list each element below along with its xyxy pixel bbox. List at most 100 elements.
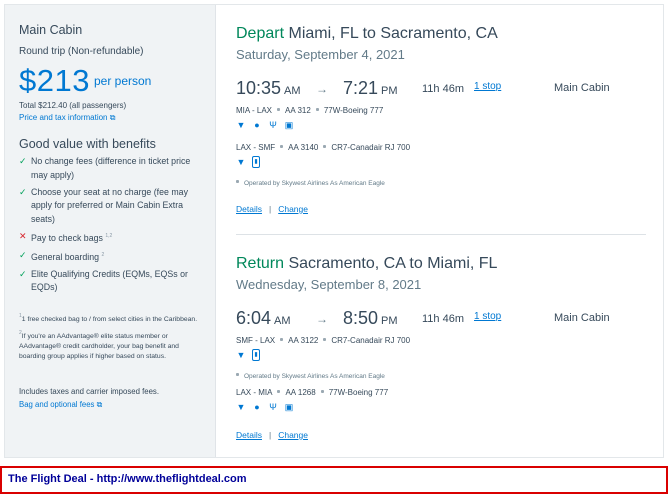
leg-aircraft: CR7-Canadair RJ 700 [331, 143, 411, 152]
stops-link[interactable]: 1 stop [474, 81, 501, 92]
departure-time: 6:04 AM [236, 308, 291, 329]
operated-by: Operated by Skywest Airlines As American… [236, 373, 648, 380]
meal-icon: ▣ [284, 119, 294, 130]
arrival-time: 7:21 PM [343, 78, 398, 99]
bag-fees-link[interactable]: Bag and optional fees ⧉ [19, 400, 102, 410]
stops-link[interactable]: 1 stop [474, 311, 501, 322]
change-link[interactable]: Change [278, 430, 308, 440]
separator-dot [320, 390, 324, 393]
leg-flight: AA 3122 [288, 336, 319, 345]
benefit-text: General boarding [31, 251, 99, 262]
benefit-text: Pay to check bags [31, 232, 103, 243]
time-ampm: PM [381, 85, 398, 97]
details-link[interactable]: Details [236, 430, 262, 440]
separator-dot [277, 390, 281, 393]
footnote-text: If you're an AAdvantage® elite status me… [19, 333, 179, 360]
footer-text: The Flight Deal - http://www.theflightde… [8, 473, 247, 485]
price-tax-link-label: Price and tax information [19, 113, 108, 122]
separator-dot [323, 145, 327, 148]
time-value: 8:50 [343, 308, 379, 328]
leg-route: SMF - LAX [236, 336, 276, 345]
link-separator: | [268, 204, 272, 214]
return-segment: Return Sacramento, CA to Miami, FL Wedne… [236, 255, 648, 440]
benefit-item: ✓ General boarding 2 [19, 249, 209, 265]
leg-aircraft: 77W-Boeing 777 [323, 106, 384, 115]
separator-dot [323, 338, 327, 341]
leg-info: MIA - LAX AA 312 77W-Boeing 777 [236, 106, 648, 115]
leg-info: SMF - LAX AA 3122 CR7-Canadair RJ 700 [236, 336, 648, 345]
arrow-right-icon: → [316, 82, 328, 96]
duration: 11h 46m [422, 83, 464, 95]
cross-icon: ✕ [19, 230, 27, 241]
benefit-item: ✓ Choose your seat at no charge (fee may … [19, 186, 209, 227]
leg-route: LAX - SMF [236, 143, 276, 152]
wifi-icon: ▼ [236, 349, 246, 360]
operated-by: Operated by Skywest Airlines As American… [236, 180, 648, 187]
benefit-item: ✕ Pay to check bags 1,2 [19, 230, 209, 246]
wifi-icon: ▼ [236, 401, 246, 412]
segment-cabin: Main Cabin [554, 82, 610, 94]
separator-dot [280, 338, 284, 341]
return-route-title: Return Sacramento, CA to Miami, FL [236, 255, 648, 273]
benefit-item: ✓ No change fees (difference in ticket pr… [19, 155, 209, 182]
entertainment-icon: ● [254, 119, 260, 130]
meal-icon: ▣ [284, 401, 294, 412]
depart-route-title: Depart Miami, FL to Sacramento, CA [236, 25, 648, 43]
route-text: Sacramento, CA to Miami, FL [288, 255, 498, 272]
leg-aircraft: CR7-Canadair RJ 700 [331, 336, 411, 345]
price-suffix: per person [93, 74, 152, 88]
price-tax-link[interactable]: Price and tax information ⧉ [19, 113, 115, 123]
benefits-list: ✓ No change fees (difference in ticket pr… [19, 155, 209, 298]
includes-taxes-text: Includes taxes and carrier imposed fees. [19, 387, 159, 396]
separator-dot [280, 145, 284, 148]
depart-date: Saturday, September 4, 2021 [236, 47, 405, 62]
separator-dot [315, 108, 319, 111]
return-date: Wednesday, September 8, 2021 [236, 277, 422, 292]
leg-route: MIA - LAX [236, 106, 273, 115]
leg-flight: AA 1268 [285, 388, 316, 397]
footnote-ref: 1,2 [105, 232, 113, 239]
total-price: Total $212.40 (all passengers) [19, 101, 127, 110]
time-ampm: PM [381, 315, 398, 327]
time-value: 7:21 [343, 78, 379, 98]
footnote: 11 free checked bag to / from select cit… [19, 311, 205, 325]
direction-label: Return [236, 255, 285, 272]
leg-flight: AA 312 [285, 106, 311, 115]
wifi-icon: ▼ [236, 156, 246, 167]
footnote-ref: 2 [101, 251, 105, 258]
benefit-item: ✓ Elite Qualifying Credits (EQMs, EQSs or… [19, 268, 209, 295]
departure-time: 10:35 AM [236, 78, 301, 99]
footnote: 2If you're an AAdvantage® elite status m… [19, 328, 205, 362]
operated-by-text: Operated by Skywest Airlines As American… [244, 373, 385, 380]
leg-info: LAX - MIA AA 1268 77W-Boeing 777 [236, 388, 648, 397]
time-ampm: AM [274, 315, 291, 327]
check-icon: ✓ [19, 249, 27, 260]
power-outlet-icon: ▮ [252, 156, 260, 168]
fare-summary-panel: Main Cabin Round trip (Non-refundable) $… [5, 5, 216, 457]
check-icon: ✓ [19, 268, 27, 279]
benefits-heading: Good value with benefits [19, 137, 156, 151]
details-link[interactable]: Details [236, 204, 262, 214]
footnotes: 11 free checked bag to / from select cit… [19, 311, 205, 365]
leg-amenities: ▼ ▮ [236, 349, 648, 361]
price-per-person: $213 per person [19, 63, 151, 99]
benefit-text: No change fees (difference in ticket pri… [31, 156, 191, 180]
benefit-text: Elite Qualifying Credits (EQMs, EQSs or … [31, 268, 188, 293]
segment-cabin: Main Cabin [554, 312, 610, 324]
leg-info: LAX - SMF AA 3140 CR7-Canadair RJ 700 [236, 143, 648, 152]
change-link[interactable]: Change [278, 204, 308, 214]
entertainment-icon: ● [254, 401, 260, 412]
flight-result-card: Main Cabin Round trip (Non-refundable) $… [4, 4, 664, 458]
time-value: 10:35 [236, 78, 282, 98]
price-symbol: $ [19, 63, 37, 98]
duration: 11h 46m [422, 313, 464, 325]
segment-divider [236, 234, 646, 235]
check-icon: ✓ [19, 186, 27, 197]
footnote-text: 1 free checked bag to / from select citi… [21, 316, 198, 323]
leg-amenities: ▼ ● Ψ ▣ [236, 119, 648, 131]
wifi-icon: ▼ [236, 119, 246, 130]
cabin-name: Main Cabin [19, 23, 83, 37]
leg-amenities: ▼ ● Ψ ▣ [236, 401, 648, 413]
operated-by-text: Operated by Skywest Airlines As American… [244, 180, 385, 187]
return-times: 6:04 AM → 8:50 PM 11h 46m 1 stop Main Cabi… [236, 308, 648, 330]
